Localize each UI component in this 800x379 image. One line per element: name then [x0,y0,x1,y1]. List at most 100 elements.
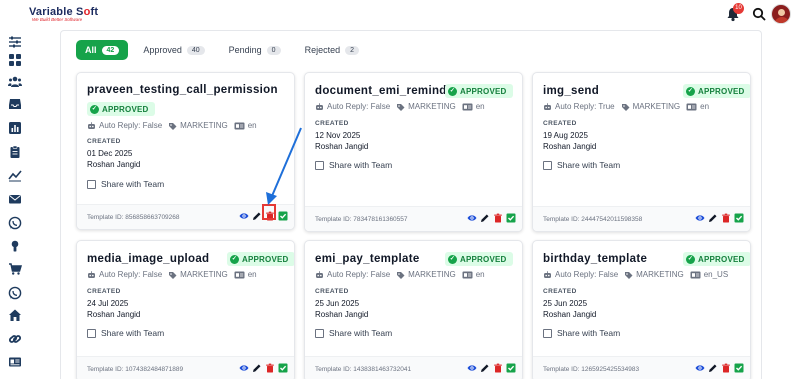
created-label: CREATED [87,138,121,145]
bulb-icon[interactable] [8,239,22,253]
user-avatar[interactable] [771,4,791,24]
created-label: CREATED [543,120,577,127]
language-icon [234,271,245,278]
card-actions [695,213,744,223]
edit-pencil-icon[interactable] [252,363,262,373]
status-badge: ✓ APPROVED [445,252,513,266]
trend-line-icon[interactable] [8,168,22,182]
dashboard-grid-icon[interactable] [8,53,22,67]
clipboard-icon[interactable] [8,145,22,159]
tab-count: 2 [345,45,360,55]
share-checkbox[interactable] [315,328,324,338]
edit-pencil-icon[interactable] [480,213,490,223]
checkbox-checked-icon[interactable] [734,363,744,373]
template-name: birthday_template [543,253,648,265]
robot-icon [88,121,95,129]
template-card[interactable]: birthday_template ✓ APPROVED Auto Reply: … [532,240,751,379]
inbox-icon[interactable] [8,97,22,111]
checkbox-checked-icon[interactable] [734,213,744,223]
tab-all[interactable]: All 42 [76,40,129,60]
users-group-icon[interactable] [8,75,22,89]
link-icon[interactable] [8,332,22,346]
created-label: CREATED [315,120,349,127]
template-language: en [475,102,485,111]
share-with-team[interactable]: Share with Team [315,328,392,338]
created-date: 19 Aug 2025 [543,131,588,140]
view-icon[interactable] [695,363,705,373]
cart-icon[interactable] [8,262,22,276]
home-icon[interactable] [8,308,22,322]
check-circle-icon: ✓ [686,86,695,96]
brand-logo[interactable]: Variable Soft We Build Better Software [29,6,98,22]
share-with-team[interactable]: Share with Team [315,160,392,170]
tab-rejected[interactable]: Rejected 2 [296,40,368,60]
created-label: CREATED [543,288,577,295]
share-checkbox[interactable] [87,179,96,189]
template-meta: Auto Reply: False MARKETING en [87,270,257,279]
share-checkbox[interactable] [543,160,552,170]
share-with-team[interactable]: Share with Team [543,328,620,338]
share-with-team[interactable]: Share with Team [87,328,164,338]
created-date: 01 Dec 2025 [87,149,133,158]
view-icon[interactable] [467,363,477,373]
template-id: Template ID: 1074382484871889 [87,366,184,373]
delete-trash-icon[interactable] [721,363,731,373]
checkbox-checked-icon[interactable] [278,363,288,373]
card-actions [467,213,516,223]
template-card[interactable]: media_image_upload ✓ APPROVED Auto Reply:… [76,240,295,379]
template-category: MARKETING [408,270,456,279]
edit-pencil-icon[interactable] [708,363,718,373]
delete-trash-icon[interactable] [265,363,275,373]
view-icon[interactable] [239,363,249,373]
whatsapp-alt-icon[interactable] [8,286,22,300]
created-date: 25 Jun 2025 [543,299,588,308]
auto-reply-status: Auto Reply: False [99,270,163,279]
robot-icon [316,270,323,278]
delete-trash-icon[interactable] [493,213,503,223]
check-circle-icon: ✓ [686,254,695,264]
whatsapp-icon[interactable] [8,216,22,230]
created-by: Roshan Jangid [87,160,141,169]
template-meta: Auto Reply: False MARKETING en [315,102,485,111]
template-category: MARKETING [632,102,681,111]
tab-approved[interactable]: Approved 40 [134,40,213,60]
card-actions [467,363,516,373]
status-badge: ✓ APPROVED [683,84,750,98]
share-checkbox[interactable] [87,328,96,338]
template-card[interactable]: emi_pay_template ✓ APPROVED Auto Reply: F… [304,240,523,379]
share-with-team[interactable]: Share with Team [543,160,620,170]
sliders-icon[interactable] [8,35,22,49]
template-card[interactable]: document_emi_remindor ✓ APPROVED Auto Rep… [304,72,523,232]
checkbox-checked-icon[interactable] [506,213,516,223]
checkbox-checked-icon[interactable] [278,211,288,221]
template-name: praveen_testing_call_permission [87,84,278,96]
annotation-arrow [266,127,302,205]
share-checkbox[interactable] [543,328,552,338]
search-icon[interactable] [752,7,766,21]
share-checkbox[interactable] [315,160,324,170]
tag-icon [169,271,177,279]
view-icon[interactable] [695,213,705,223]
edit-pencil-icon[interactable] [252,211,262,221]
language-icon [234,122,245,129]
id-card-icon[interactable] [8,355,22,369]
view-icon[interactable] [239,211,249,221]
tag-icon [397,271,405,279]
tab-pending[interactable]: Pending 0 [220,40,290,60]
mail-icon[interactable] [8,192,22,206]
created-by: Roshan Jangid [315,310,369,319]
view-icon[interactable] [467,213,477,223]
created-by: Roshan Jangid [315,142,369,151]
delete-trash-icon[interactable] [721,213,731,223]
template-name: emi_pay_template [315,253,420,265]
robot-icon [544,102,551,110]
share-with-team[interactable]: Share with Team [87,179,164,189]
bar-chart-icon[interactable] [8,121,22,135]
template-category: MARKETING [180,121,228,130]
template-card[interactable]: img_send ✓ APPROVED Auto Reply: True MARK… [532,72,751,232]
card-footer: Template ID: 783478161360557 [305,206,522,231]
delete-trash-icon[interactable] [493,363,503,373]
checkbox-checked-icon[interactable] [506,363,516,373]
edit-pencil-icon[interactable] [480,363,490,373]
edit-pencil-icon[interactable] [708,213,718,223]
